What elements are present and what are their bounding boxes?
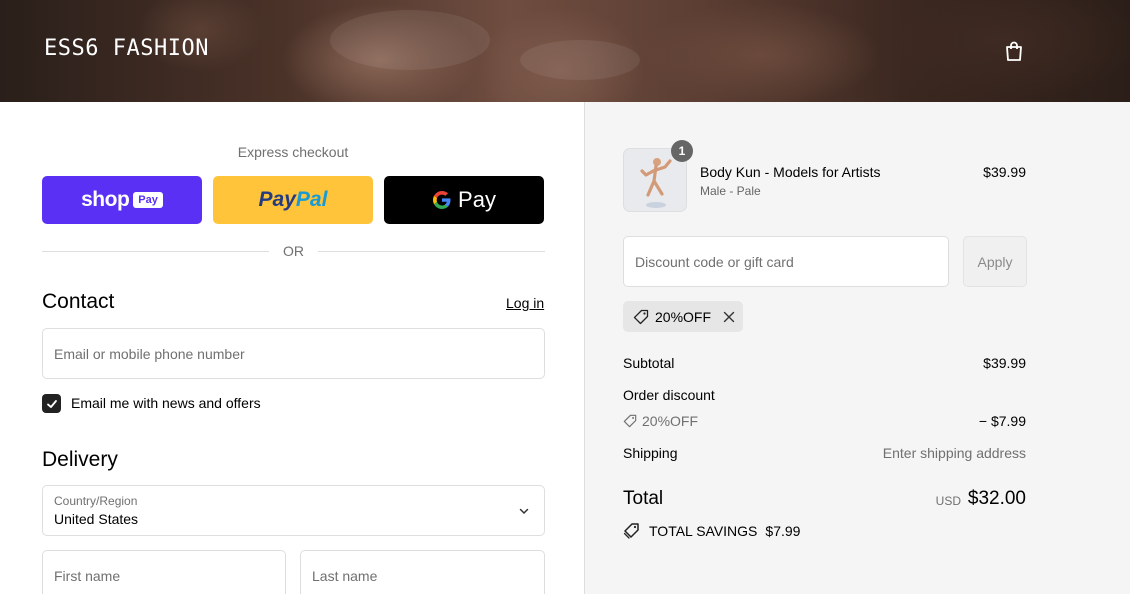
total-label: Total (623, 488, 664, 509)
last-name-placeholder: Last name (312, 568, 378, 584)
discount-value: − $7.99 (978, 413, 1026, 429)
chevron-down-icon (519, 508, 529, 515)
order-discount-label: Order discount (623, 387, 715, 403)
shipping-label: Shipping (623, 445, 678, 461)
paypal-logo-part2: Pal (295, 188, 328, 211)
discount-placeholder: Discount code or gift card (635, 254, 794, 270)
banner-texture (330, 10, 490, 70)
savings-tag-icon (623, 523, 639, 539)
savings-label: TOTAL SAVINGS (649, 523, 758, 539)
express-checkout-title: Express checkout (237, 144, 349, 160)
discount-code-row: 20%OFF (623, 413, 698, 429)
last-name-field[interactable]: Last name (300, 550, 545, 594)
discount-code-label: 20%OFF (642, 413, 699, 429)
applied-discount-code: 20%OFF (655, 308, 712, 325)
paypal-logo: PayPal (259, 188, 328, 212)
google-pay-label: Pay (458, 187, 496, 212)
savings-value: $7.99 (765, 523, 801, 539)
subtotal-value: $39.99 (983, 355, 1026, 371)
or-label: OR (283, 243, 304, 259)
remove-discount-icon[interactable] (723, 311, 735, 323)
paypal-logo-part1: Pay (258, 188, 296, 211)
product-name: Body Kun - Models for Artists (700, 164, 881, 180)
email-field[interactable]: Email or mobile phone number (42, 328, 545, 379)
total-value: $32.00 (967, 488, 1026, 509)
shopping-bag-icon[interactable] (1003, 40, 1025, 62)
shop-pay-button[interactable]: shop Pay (42, 176, 202, 224)
paypal-button[interactable]: PayPal (213, 176, 373, 224)
first-name-field[interactable]: First name (42, 550, 286, 594)
total-currency: USD (935, 494, 961, 508)
or-divider: OR (42, 242, 545, 260)
product-price: $39.99 (983, 164, 1026, 180)
google-pay-button[interactable]: Pay (384, 176, 544, 224)
shipping-value: Enter shipping address (882, 445, 1026, 461)
google-g-icon (433, 191, 451, 209)
country-label: Country/Region (54, 494, 138, 508)
email-placeholder: Email or mobile phone number (54, 346, 245, 362)
subtotal-label: Subtotal (623, 355, 675, 371)
contact-title: Contact (42, 290, 115, 313)
total-savings: TOTAL SAVINGS $7.99 (623, 522, 800, 540)
newsletter-checkbox[interactable] (42, 394, 61, 413)
tag-icon (623, 414, 637, 428)
product-variant: Male - Pale (700, 184, 761, 198)
first-name-placeholder: First name (54, 568, 121, 584)
shop-pay-logo: shop (81, 188, 130, 211)
tag-icon (633, 309, 649, 324)
brand-logo[interactable]: ESS6 FASHION (44, 36, 209, 61)
banner-texture (520, 40, 640, 80)
checkout-form: Express checkout shop Pay PayPal Pay OR … (0, 102, 584, 594)
applied-discount-chip: 20%OFF (623, 301, 743, 332)
delivery-title: Delivery (42, 448, 118, 471)
apply-discount-button[interactable]: Apply (963, 236, 1027, 287)
quantity-badge: 1 (671, 140, 693, 162)
newsletter-label: Email me with news and offers (71, 395, 261, 411)
country-value: United States (54, 511, 139, 527)
shop-pay-badge: Pay (133, 192, 163, 208)
login-link[interactable]: Log in (506, 295, 544, 311)
order-summary: 1 Body Kun - Models for Artists Male - P… (584, 102, 1130, 594)
discount-code-input[interactable]: Discount code or gift card (623, 236, 949, 287)
header-banner: ESS6 FASHION (0, 0, 1130, 102)
checkmark-icon (46, 399, 57, 408)
country-select[interactable]: Country/Region United States (42, 485, 545, 536)
